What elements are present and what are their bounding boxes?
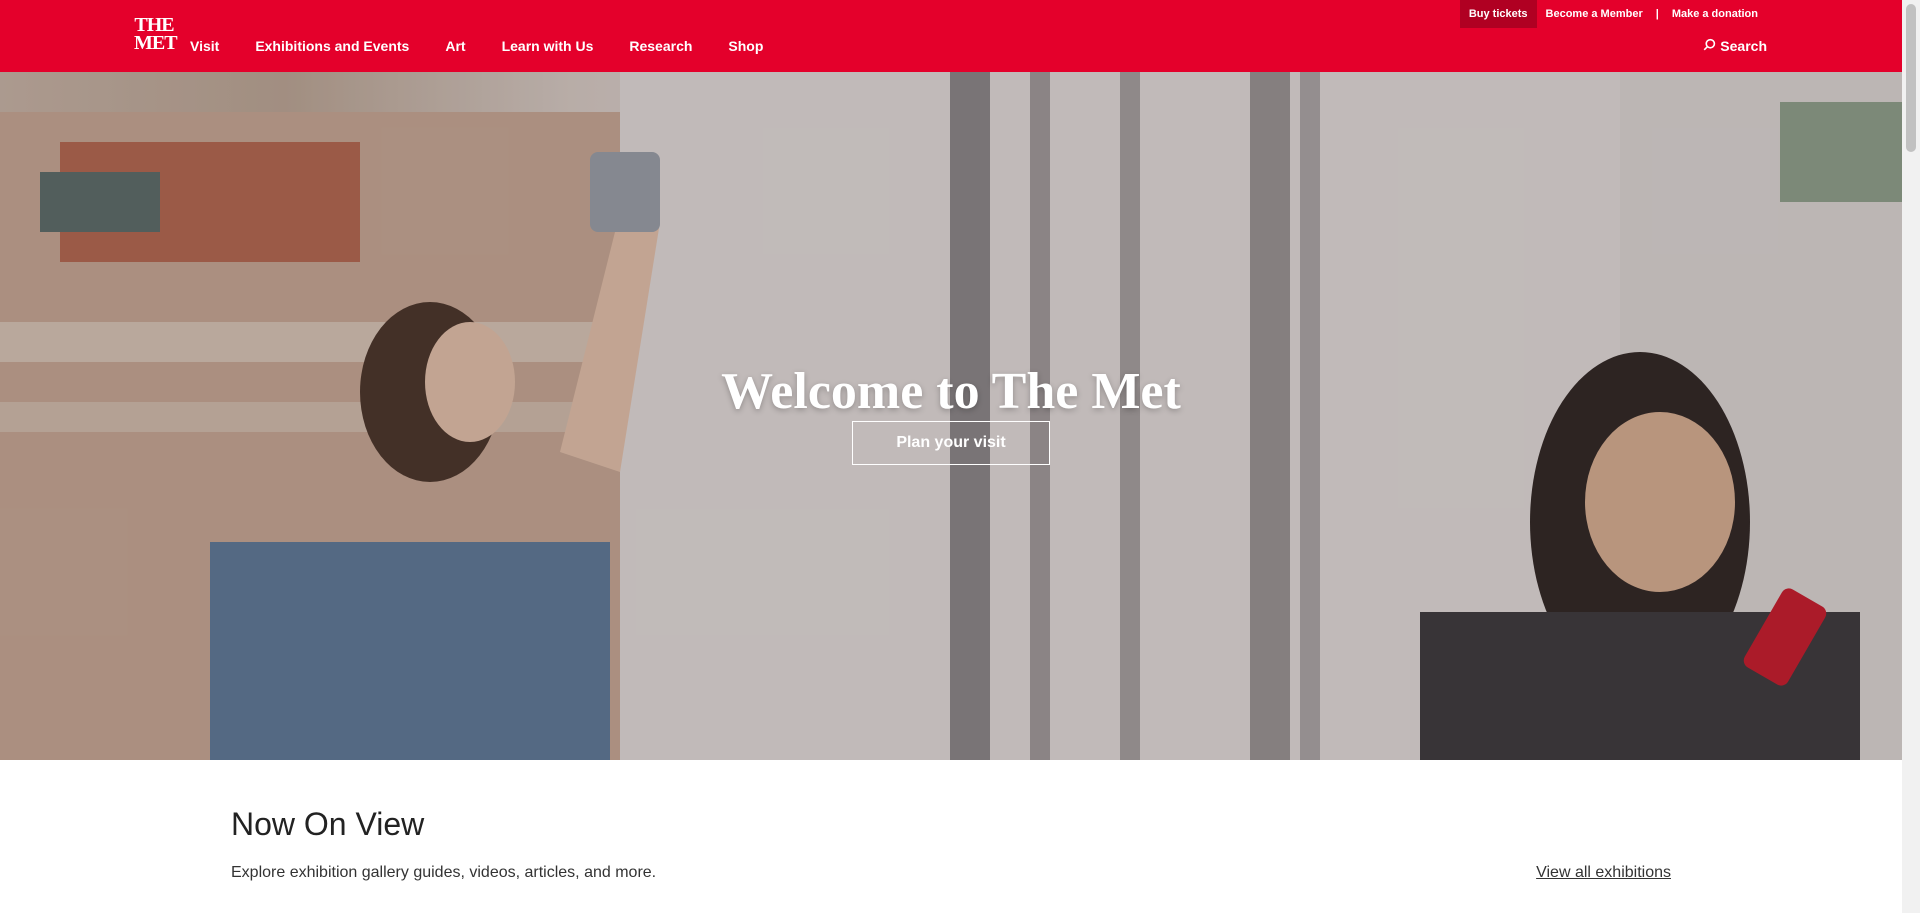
met-logo[interactable]: THE MET bbox=[134, 15, 178, 56]
nav-visit[interactable]: Visit bbox=[190, 38, 219, 54]
nav-research[interactable]: Research bbox=[629, 38, 692, 54]
buy-tickets-button[interactable]: Buy tickets bbox=[1459, 0, 1537, 28]
nav-art[interactable]: Art bbox=[445, 38, 465, 54]
now-on-view-title: Now On View bbox=[231, 806, 425, 842]
search-button[interactable]: Search bbox=[1703, 38, 1767, 54]
hero-banner: Welcome to The Met Plan your visit bbox=[0, 72, 1902, 760]
utility-nav: Buy tickets Become a Member | Make a don… bbox=[1459, 0, 1767, 28]
become-member-link[interactable]: Become a Member bbox=[1537, 0, 1652, 28]
page-scrollbar[interactable] bbox=[1902, 0, 1920, 913]
search-label: Search bbox=[1720, 38, 1767, 54]
site-header: THE MET Visit Exhibitions and Events Art… bbox=[0, 0, 1902, 72]
view-all-exhibitions-link[interactable]: View all exhibitions bbox=[1536, 864, 1671, 882]
plan-your-visit-button[interactable]: Plan your visit bbox=[852, 421, 1050, 465]
hero-title: Welcome to The Met bbox=[721, 363, 1181, 420]
main-nav: Visit Exhibitions and Events Art Learn w… bbox=[190, 38, 763, 54]
now-on-view-description: Explore exhibition gallery guides, video… bbox=[231, 864, 657, 881]
make-donation-link[interactable]: Make a donation bbox=[1663, 0, 1767, 28]
search-icon bbox=[1703, 38, 1716, 54]
utility-separator: | bbox=[1655, 8, 1659, 20]
scrollbar-thumb[interactable] bbox=[1906, 4, 1916, 152]
nav-exhibitions-and-events[interactable]: Exhibitions and Events bbox=[255, 38, 409, 54]
nav-shop[interactable]: Shop bbox=[728, 38, 763, 54]
nav-learn-with-us[interactable]: Learn with Us bbox=[502, 38, 594, 54]
logo-line-2: MET bbox=[134, 32, 178, 54]
